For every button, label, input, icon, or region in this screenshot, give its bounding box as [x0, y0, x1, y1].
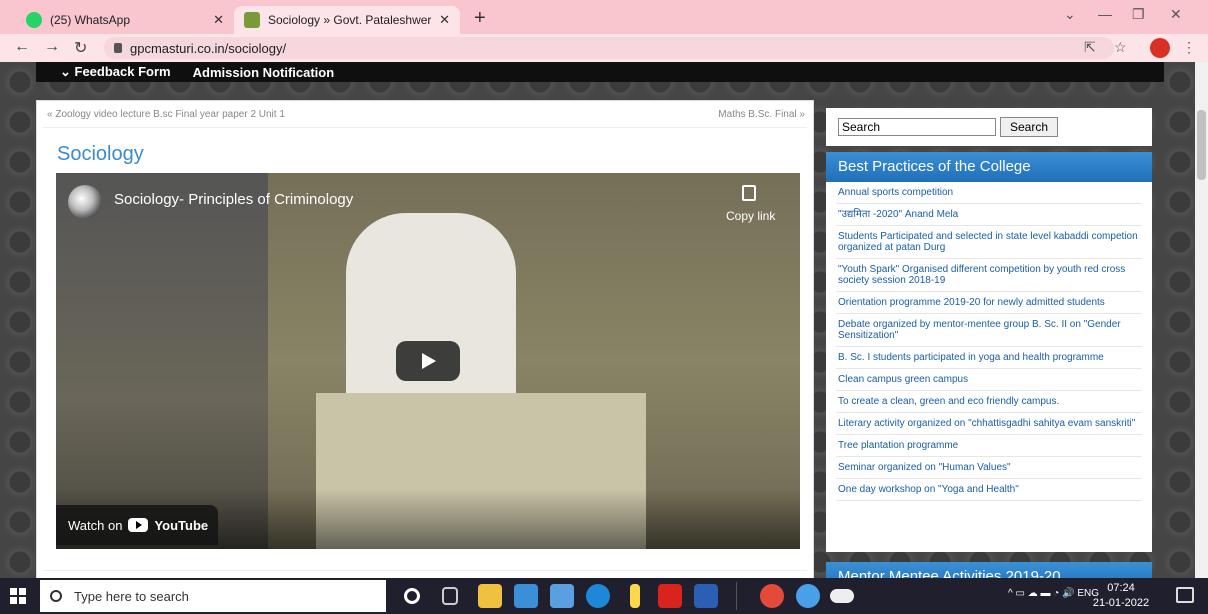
lock-icon: [114, 43, 122, 53]
list-item[interactable]: One day workshop on "Yoga and Health": [836, 479, 1142, 501]
onedrive-icon[interactable]: [830, 589, 854, 603]
cortana-icon[interactable]: [404, 588, 420, 604]
dropbox-icon[interactable]: [550, 584, 574, 608]
task-view-icon[interactable]: [442, 587, 458, 605]
address-toolbar: ← → ↻ gpcmasturi.co.in/sociology/ ⇱ ☆ ⋮: [0, 34, 1208, 62]
list-item[interactable]: To create a clean, green and eco friendl…: [836, 391, 1142, 413]
search-widget: Search: [826, 108, 1152, 146]
taskbar-search-placeholder: Type here to search: [74, 588, 189, 604]
close-tab-icon[interactable]: ✕: [213, 12, 224, 28]
close-window-button[interactable]: ✕: [1170, 6, 1182, 23]
windows-taskbar: Type here to search ^ ▭ ☁ ▬ ◔ 🔊 ENG 07:2…: [0, 578, 1208, 614]
list-item[interactable]: Tree plantation programme: [836, 435, 1142, 457]
mentor-mentee-widget-title: Mentor Mentee Activities 2019-20: [826, 562, 1152, 578]
mail-icon[interactable]: [514, 584, 538, 608]
list-item[interactable]: B. Sc. I students participated in yoga a…: [836, 347, 1142, 369]
taskbar-clock[interactable]: 07:24 21-01-2022: [1090, 581, 1152, 611]
bookmark-star-icon[interactable]: ☆: [1114, 39, 1127, 56]
notification-center-icon[interactable]: [1176, 587, 1194, 603]
browser-tab-bar: (25) WhatsApp ✕ Sociology » Govt. Patale…: [0, 0, 1208, 34]
best-practices-list: Annual sports competition "उद्यमिता -202…: [826, 182, 1152, 501]
youtube-wordmark: YouTube: [154, 517, 209, 533]
flash-icon[interactable]: [630, 584, 640, 608]
play-button[interactable]: [396, 341, 460, 381]
close-tab-icon[interactable]: ✕: [439, 12, 450, 28]
list-item[interactable]: Seminar organized on "Human Values": [836, 457, 1142, 479]
windows-start-icon[interactable]: [10, 588, 26, 604]
chrome-icon[interactable]: [760, 584, 784, 608]
channel-avatar[interactable]: [68, 185, 102, 219]
clock-date: 21-01-2022: [1092, 597, 1150, 609]
copy-link-icon[interactable]: [742, 185, 756, 201]
tab-search-icon[interactable]: ⌄: [1064, 6, 1076, 23]
list-item[interactable]: Students Participated and selected in st…: [836, 226, 1142, 259]
tab-sociology[interactable]: Sociology » Govt. Pataleshwer Co ✕: [234, 6, 460, 34]
tab-whatsapp[interactable]: (25) WhatsApp ✕: [16, 6, 234, 34]
tab-title: Sociology » Govt. Pataleshwer Co: [268, 13, 434, 27]
share-icon[interactable]: ⇱: [1084, 39, 1096, 56]
whatsapp-icon: [26, 12, 42, 28]
list-item[interactable]: Clean campus green campus: [836, 369, 1142, 391]
web-page: ⌄ Feedback Form Admission Notification «…: [0, 62, 1208, 578]
menu-item-admission[interactable]: Admission Notification: [193, 65, 335, 80]
clock-time: 07:24: [1107, 582, 1135, 594]
menu-kebab-icon[interactable]: ⋮: [1182, 39, 1196, 56]
prev-post-link[interactable]: « Zoology video lecture B.sc Final year …: [47, 109, 285, 120]
divider: [736, 582, 737, 610]
list-item[interactable]: Literary activity organized on "chhattis…: [836, 413, 1142, 435]
college-icon: [244, 12, 260, 28]
edge-icon[interactable]: [586, 584, 610, 608]
search-icon: [50, 590, 62, 602]
url-bar[interactable]: gpcmasturi.co.in/sociology/: [104, 37, 1114, 59]
back-icon[interactable]: ←: [14, 38, 30, 56]
page-title: Sociology: [57, 143, 144, 165]
help-icon[interactable]: [796, 584, 820, 608]
taskbar-search-box[interactable]: Type here to search: [40, 580, 386, 612]
profile-avatar[interactable]: [1150, 38, 1170, 58]
search-button[interactable]: Search: [1000, 117, 1058, 137]
tab-title: (25) WhatsApp: [50, 13, 131, 27]
widget-title: Best Practices of the College: [826, 152, 1152, 182]
restore-button[interactable]: ❐: [1132, 6, 1145, 23]
acrobat-icon[interactable]: [658, 584, 682, 608]
system-tray[interactable]: ^ ▭ ☁ ▬ ◔ 🔊 ENG: [1008, 588, 1099, 599]
list-item[interactable]: "Youth Spark" Organised different compet…: [836, 259, 1142, 292]
url-text: gpcmasturi.co.in/sociology/: [130, 40, 287, 56]
divider: [43, 570, 807, 571]
page-scrollbar[interactable]: [1195, 62, 1208, 578]
new-tab-button[interactable]: +: [474, 7, 486, 30]
watch-on-label: Watch on: [68, 517, 123, 533]
next-post-link[interactable]: Maths B.Sc. Final »: [718, 109, 805, 120]
minimize-button[interactable]: —: [1098, 6, 1112, 22]
file-explorer-icon[interactable]: [478, 584, 502, 608]
word-icon[interactable]: [694, 584, 718, 608]
list-item[interactable]: Orientation programme 2019-20 for newly …: [836, 292, 1142, 314]
reload-icon[interactable]: ↻: [74, 38, 87, 58]
best-practices-widget: Best Practices of the College Annual spo…: [826, 152, 1152, 552]
list-item[interactable]: "उद्यमिता -2020" Anand Mela: [836, 204, 1142, 226]
site-menu-bar: ⌄ Feedback Form Admission Notification: [36, 62, 1164, 82]
scrollbar-thumb[interactable]: [1197, 110, 1206, 180]
video-title[interactable]: Sociology- Principles of Criminology: [114, 191, 353, 208]
copy-link-label[interactable]: Copy link: [726, 209, 775, 223]
main-content: « Zoology video lecture B.sc Final year …: [36, 100, 814, 578]
search-input[interactable]: [838, 118, 996, 136]
watch-on-youtube-button[interactable]: Watch on YouTube: [56, 505, 218, 545]
menu-item-feedback[interactable]: ⌄ Feedback Form: [60, 64, 171, 80]
list-item[interactable]: Annual sports competition: [836, 182, 1142, 204]
youtube-logo-icon: [128, 518, 149, 532]
divider: [43, 127, 807, 128]
youtube-video-player[interactable]: Sociology- Principles of Criminology Cop…: [56, 173, 800, 549]
forward-icon[interactable]: →: [44, 38, 60, 56]
list-item[interactable]: Debate organized by mentor-mentee group …: [836, 314, 1142, 347]
